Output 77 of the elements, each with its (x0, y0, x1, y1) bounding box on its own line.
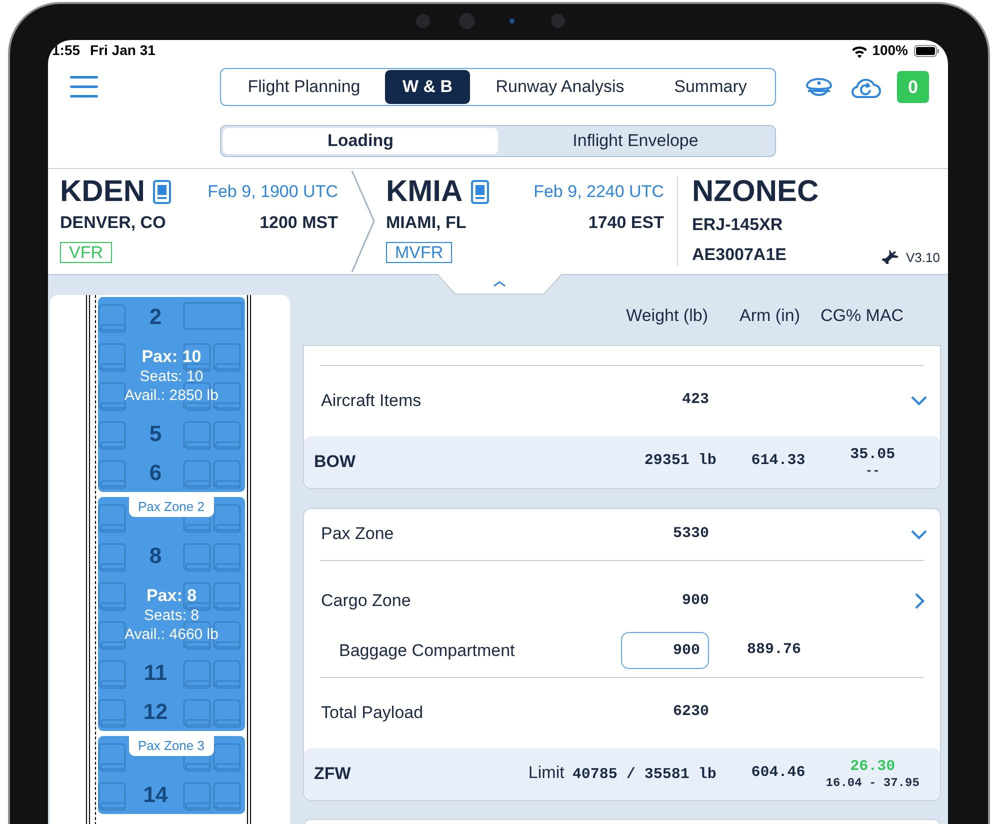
limit-label: Limit (528, 762, 564, 784)
row-number: 14 (142, 780, 169, 808)
zone-label: Pax Zone 3 (129, 736, 214, 756)
row-label: Baggage Compartment (338, 640, 516, 662)
segment-tab[interactable]: Inflight Envelope (498, 128, 773, 154)
column-header: CG% MAC (819, 304, 905, 327)
zone-label: Pax Zone 2 (129, 496, 214, 516)
weight-value: 423 (680, 390, 709, 410)
row-label: Total Payload (320, 702, 424, 724)
row-number: 5 (148, 420, 163, 448)
flight-rules-badge: VFR (60, 242, 112, 262)
arm-value: 604.46 (750, 763, 806, 784)
pax-count: Pax: 10 (142, 346, 202, 366)
battery-percent: 100% (872, 41, 908, 60)
airplane-icon (882, 250, 898, 264)
pilot-cap-icon[interactable] (805, 76, 833, 98)
pax-zone[interactable]: 14 Pax Zone 3 (98, 736, 245, 814)
document-icon[interactable] (470, 180, 489, 204)
chevron-down-icon[interactable] (910, 528, 928, 540)
local-time: 1200 MST (260, 212, 338, 234)
segment-tab[interactable]: Loading (223, 128, 498, 154)
tab[interactable]: Runway Analysis (470, 70, 650, 104)
available-weight: Avail.: 4660 lb (124, 624, 218, 644)
row-number: 8 (148, 542, 163, 570)
column-header: Arm (in) (738, 304, 800, 327)
chevron-right-icon[interactable] (914, 592, 925, 610)
battery-icon (914, 44, 940, 56)
row-label: Cargo Zone (320, 590, 412, 612)
status-time: 1:55 (52, 41, 80, 60)
cg-range: 16.04 - 37.95 (826, 776, 920, 790)
chevron-down-icon[interactable] (910, 395, 928, 406)
row-number: 11 (142, 658, 168, 686)
weight-value: 900 (680, 590, 709, 611)
tab[interactable]: W & B (385, 70, 470, 104)
cg-range: -- (865, 464, 880, 478)
pax-zone[interactable]: 8 Pax: 8 Seats: 8 Avail.: 4660 lb 11 12 Pax Zone 2 (98, 496, 245, 730)
weight-value: 40785 / 35581 lb (572, 765, 716, 786)
city-name: MIAMI, FL (386, 212, 466, 234)
weight-value: 6230 (672, 702, 709, 722)
available-weight: Avail.: 2850 lb (124, 386, 218, 404)
row-label: Aircraft Items (320, 390, 422, 412)
cg-value: 35.05 (850, 446, 896, 464)
app-version: V3.10 (906, 248, 940, 266)
row-number: 12 (142, 698, 169, 726)
arm-value: 889.76 (746, 640, 801, 660)
city-name: DENVER, CO (60, 212, 166, 234)
aircraft-registration: NZONEC (692, 176, 820, 208)
utc-time: Feb 9, 2240 UTC (534, 180, 664, 203)
document-icon[interactable] (153, 180, 172, 204)
airport-code: KDEN (60, 176, 146, 208)
summary-label: ZFW (313, 762, 352, 785)
weight-value: 29351 lb (644, 451, 716, 472)
status-date: Fri Jan 31 (90, 41, 156, 60)
galley-icon (183, 302, 243, 330)
weight-input[interactable]: 900 (621, 632, 709, 669)
utc-time: Feb 9, 1900 UTC (208, 180, 338, 203)
aircraft-serial: AE3007A1E (692, 244, 787, 266)
row-number: 6 (148, 458, 163, 486)
arm-value: 614.33 (750, 451, 806, 472)
tab[interactable]: Summary (650, 70, 771, 104)
aircraft-type: ERJ-145XR (692, 214, 784, 236)
flight-rules-badge: MVFR (386, 242, 452, 262)
cg-value: 26.30 (850, 758, 896, 776)
column-header: Weight (lb) (625, 304, 708, 327)
seat-count: Seats: 8 (144, 606, 200, 624)
row-label: Pax Zone (320, 523, 395, 546)
wifi-icon (851, 44, 868, 58)
menu-icon[interactable] (70, 76, 98, 98)
seat-count: Seats: 10 (140, 366, 204, 386)
weight-value: 5330 (672, 524, 709, 544)
pax-count: Pax: 8 (146, 584, 197, 606)
summary-label: BOW (313, 450, 357, 473)
route-chevron-icon (350, 168, 376, 274)
tab[interactable]: Flight Planning (223, 70, 385, 104)
local-time: 1740 EST (588, 212, 664, 234)
airport-code: KMIA (386, 176, 463, 208)
row-number: 2 (148, 302, 163, 330)
